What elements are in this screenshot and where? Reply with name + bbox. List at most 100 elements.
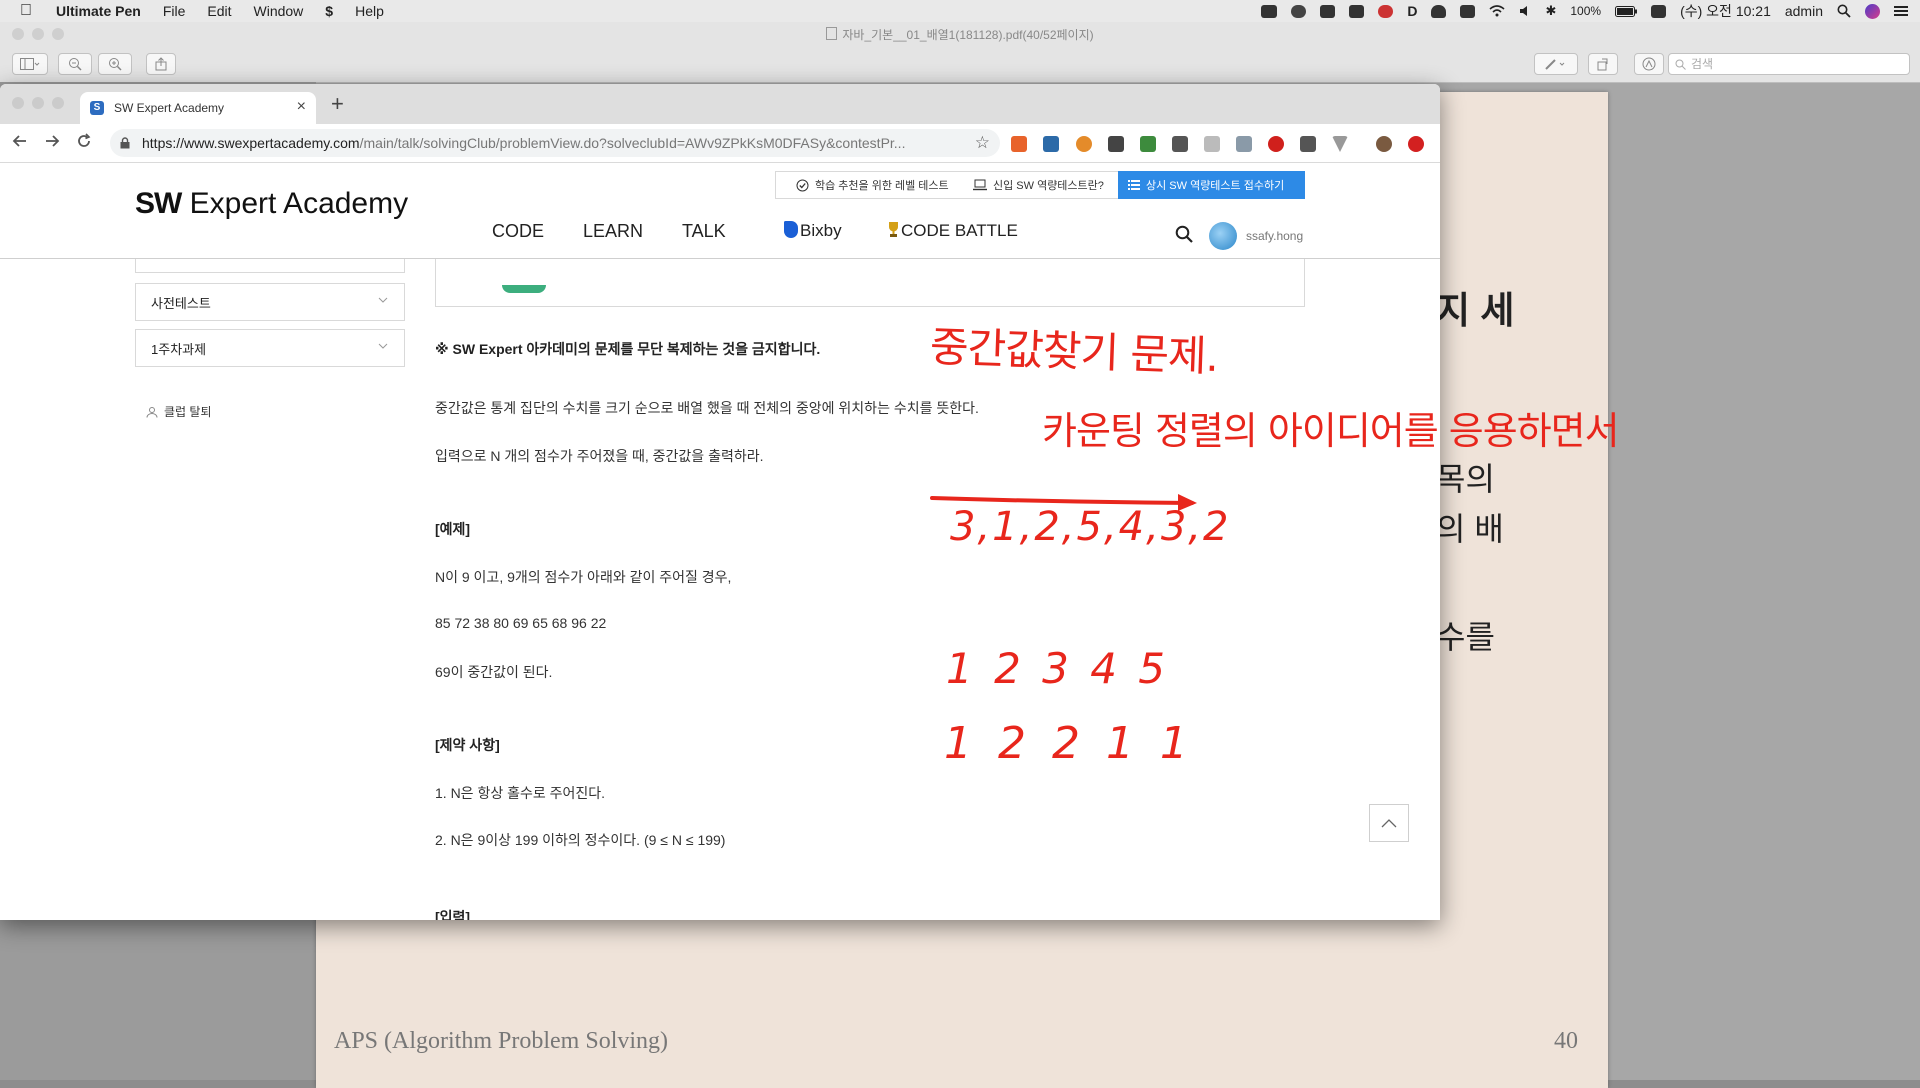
record-icon[interactable] [1378,4,1394,18]
annotation-keys: 1 2 3 4 5 [946,644,1170,693]
bookmark-star-icon[interactable]: ☆ [975,133,990,153]
trophy-icon [886,221,901,238]
url-field[interactable]: https://www.swexpertacademy.com/main/tal… [110,129,1000,157]
browser-tab[interactable]: S SW Expert Academy × [80,92,316,124]
menu-script[interactable]: $ [325,3,333,19]
menu-edit[interactable]: Edit [207,3,231,19]
share-button[interactable] [146,53,176,75]
forward-icon[interactable] [44,133,60,149]
zoom-out-icon [69,58,82,71]
sidebar-item-week1[interactable]: 1주차과제 [135,329,405,367]
laptop-icon [973,179,987,191]
logo-text: Expert Academy [189,187,409,220]
input-source-icon[interactable] [1651,4,1667,18]
line-icon[interactable] [1291,4,1307,18]
app-icon[interactable] [1349,4,1365,18]
problem-desc-2: 입력으로 N 개의 점수가 주어졌을 때, 중간값을 출력하라. [435,448,764,464]
example-result: 69이 중간값이 된다. [435,664,553,680]
browser-close-button[interactable] [12,97,24,109]
extension-red-icon[interactable] [1408,136,1424,152]
copyright-notice: ※ SW Expert 아카데미의 문제를 무단 복제하는 것을 금지합니다. [435,341,821,357]
extension-fox-icon[interactable] [1076,136,1092,152]
rotate-icon [1597,58,1608,71]
example-heading: [예제] [435,521,471,537]
chevron-up-icon [1381,819,1397,828]
url-domain: https://www.swexpertacademy.com [142,135,360,151]
extension-download-icon[interactable] [1236,136,1252,152]
window-icon[interactable] [1460,4,1476,18]
site-logo[interactable]: SW Expert Academy [135,187,408,221]
spotlight-icon[interactable] [1837,4,1851,18]
pdf-search-field[interactable]: 검색 [1668,53,1910,75]
volume-icon[interactable] [1519,5,1531,17]
extension-card-icon[interactable] [1043,136,1059,152]
annotation-counting-sort: 카운팅 정렬의 아이디어를 응용하면서 [1042,409,1620,453]
nav-talk[interactable]: TALK [682,221,726,242]
extension-c-icon[interactable] [1108,136,1124,152]
nav-code-battle-label: CODE BATTLE [901,221,1018,240]
sidebar-item-pretest[interactable]: 사전테스트 [135,283,405,321]
constraint-2: 2. N은 9이상 199 이하의 정수이다. (9 ≤ N ≤ 199) [435,832,726,848]
username-label[interactable]: ssafy.hong [1246,229,1303,243]
extension-rx-icon[interactable] [1011,136,1027,152]
leave-club-link[interactable]: 클럽 탈퇴 [146,403,212,420]
apple-icon[interactable]:  [20,2,32,20]
cloud-icon[interactable] [1431,4,1447,18]
sw-test-register-button[interactable]: 상시 SW 역량테스트 접수하기 [1118,171,1305,199]
sw-test-info-link[interactable]: 신입 SW 역량테스트란? [963,171,1115,199]
notification-center-icon[interactable] [1894,5,1908,17]
site-header: SW Expert Academy 학습 추천을 위한 레벨 테스트 신입 SW… [0,163,1440,259]
d-icon[interactable]: D [1407,3,1417,19]
user-avatar[interactable] [1209,222,1237,250]
sidebar-toggle-button[interactable] [12,53,48,75]
annotate-button[interactable] [1634,53,1664,75]
pdf-text-fragment-1: 목의 [1436,461,1495,497]
menu-file[interactable]: File [163,3,186,19]
wifi-icon[interactable] [1489,5,1505,17]
extension-opera-icon[interactable] [1268,136,1284,152]
rotate-button[interactable] [1588,53,1618,75]
site-search-icon[interactable] [1175,225,1193,243]
user-icon [146,406,158,418]
pdf-text-fragment-2: 의 배 [1436,511,1504,547]
extension-i-icon[interactable] [1172,136,1188,152]
zoom-in-button[interactable] [98,53,132,75]
menu-help[interactable]: Help [355,3,384,19]
extension-s-icon[interactable] [1140,136,1156,152]
user-name[interactable]: admin [1785,3,1823,19]
annotation-title: 중간값찾기 문제. [929,321,1219,382]
tab-title: SW Expert Academy [114,101,225,115]
back-icon[interactable] [12,133,28,149]
nav-code-battle[interactable]: CODE BATTLE [886,221,1018,241]
dropbox-icon[interactable] [1261,4,1278,18]
siri-icon[interactable] [1865,3,1880,19]
new-tab-button[interactable]: + [331,91,344,117]
menu-app-name[interactable]: Ultimate Pen [56,3,141,19]
battery-label[interactable]: 100% [1570,4,1601,18]
browser-zoom-button[interactable] [52,97,64,109]
menu-window[interactable]: Window [254,3,304,19]
battery-icon[interactable] [1615,5,1638,17]
extension-reader-icon[interactable] [1300,136,1316,152]
reload-icon[interactable] [76,133,92,149]
pen-icon [1545,59,1565,70]
zoom-out-button[interactable] [58,53,92,75]
input-heading: [입력] [435,909,471,920]
profile-avatar-icon[interactable] [1376,136,1392,152]
monitor-icon[interactable] [1320,4,1336,18]
bluetooth-icon[interactable]: ✱ [1545,3,1556,19]
clock[interactable]: (수) 오전 10:21 [1680,1,1771,21]
scroll-to-top-button[interactable] [1369,804,1409,842]
problem-desc-1: 중간값은 통계 집단의 수치를 크기 순으로 배열 했을 때 전체의 중앙에 위… [435,400,979,416]
annotation-counts: 1 2 2 1 1 [944,718,1194,769]
markup-pen-button[interactable] [1534,53,1578,75]
nav-code[interactable]: CODE [492,221,544,242]
extension-window-icon[interactable] [1204,136,1220,152]
nav-learn[interactable]: LEARN [583,221,643,242]
extension-v-icon[interactable] [1332,136,1348,152]
browser-minimize-button[interactable] [32,97,44,109]
level-test-link[interactable]: 학습 추천을 위한 레벨 테스트 [786,171,956,199]
tab-close-icon[interactable]: × [297,98,306,116]
constraint-1: 1. N은 항상 홀수로 주어진다. [435,785,606,801]
nav-bixby[interactable]: Bixby [784,221,842,241]
